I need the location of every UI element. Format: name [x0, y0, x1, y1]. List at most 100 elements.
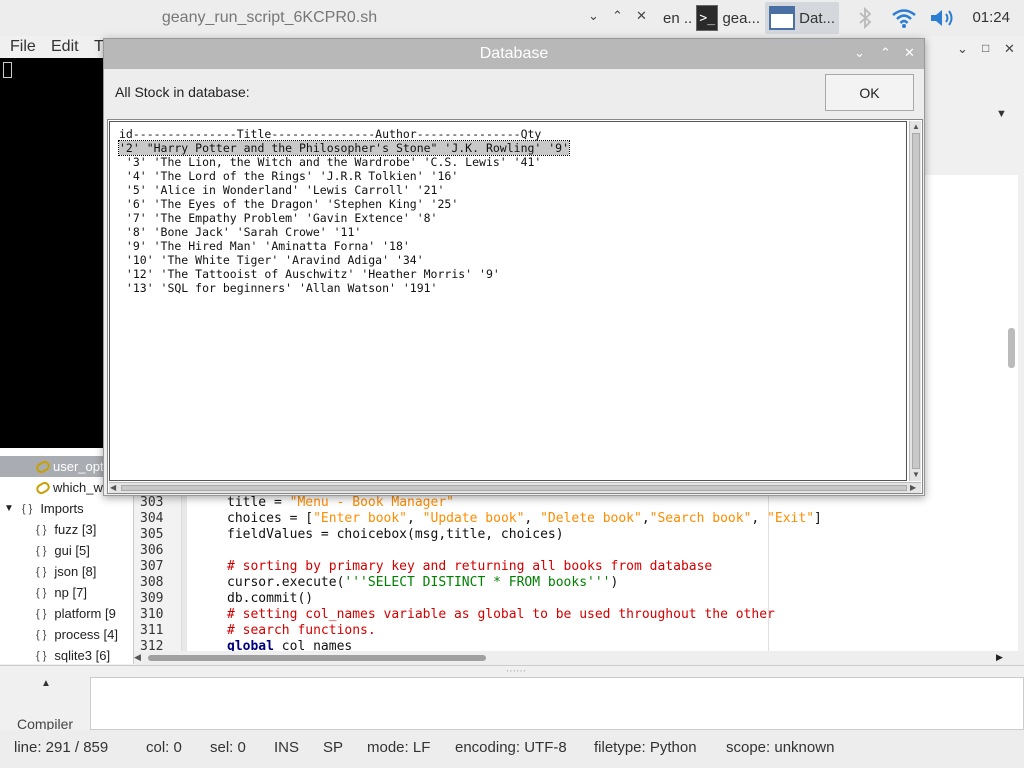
- menu-file[interactable]: File: [10, 38, 36, 56]
- geany-titlebar[interactable]: geany_run_script_6KCPR0.sh ⌄ ⌃ ✕: [0, 0, 659, 36]
- expand-arrow-icon[interactable]: ▼: [4, 503, 14, 514]
- vertical-scrollbar-thumb[interactable]: [1008, 328, 1015, 368]
- geany-window-title: geany_run_script_6KCPR0.sh: [161, 9, 378, 26]
- horizontal-scrollbar[interactable]: ◀ ▶: [109, 482, 921, 493]
- sidebar-item[interactable]: { } json [8]: [0, 561, 133, 582]
- volume-icon[interactable]: [929, 8, 957, 28]
- status-sp: SP: [323, 739, 344, 756]
- window-icon: [769, 6, 796, 30]
- sidebar-group[interactable]: ▼ { } Imports: [0, 498, 133, 519]
- status-encoding: encoding: UTF-8: [455, 739, 567, 756]
- stock-listbox[interactable]: id---------------Title---------------Aut…: [109, 121, 907, 481]
- scroll-left-icon[interactable]: ◀: [134, 652, 141, 663]
- list-item[interactable]: '7' 'The Empathy Problem' 'Gavin Extence…: [119, 211, 438, 225]
- list-item[interactable]: '13' 'SQL for beginners' 'Allan Watson' …: [119, 281, 438, 295]
- dialog-titlebar[interactable]: Database ⌄ ⌃ ✕: [104, 39, 924, 69]
- code-line[interactable]: cursor.execute('''SELECT DISTINCT * FROM…: [227, 575, 618, 590]
- status-ins: INS: [274, 739, 300, 756]
- editor-area-upper[interactable]: [924, 175, 1018, 493]
- scroll-right-icon[interactable]: ▶: [910, 483, 916, 493]
- status-sel: sel: 0: [210, 739, 246, 756]
- code-line[interactable]: choices = ["Enter book", "Update book", …: [227, 511, 822, 526]
- wifi-icon[interactable]: [891, 7, 917, 29]
- list-item[interactable]: '2' "Harry Potter and the Philosopher's …: [117, 140, 571, 156]
- namespace-icon: { }: [36, 628, 47, 641]
- sidebar-item[interactable]: { } fuzz [3]: [0, 519, 133, 540]
- line-number: 305: [140, 527, 164, 542]
- horizontal-scrollbar-thumb[interactable]: [148, 655, 486, 661]
- maximize-icon[interactable]: ⌃: [612, 8, 623, 24]
- status-col: col: 0: [146, 739, 182, 756]
- status-filetype: filetype: Python: [594, 739, 697, 756]
- list-item[interactable]: '10' 'The White Tiger' 'Aravind Adiga' '…: [119, 253, 424, 267]
- list-item[interactable]: '6' 'The Eyes of the Dragon' 'Stephen Ki…: [119, 197, 458, 211]
- code-line[interactable]: # search functions.: [227, 623, 376, 638]
- list-item[interactable]: '9' 'The Hired Man' 'Aminatta Forna' '18…: [119, 239, 410, 253]
- dropdown-arrow-icon[interactable]: ▼: [996, 108, 1007, 120]
- taskbar-item-label: Dat...: [799, 9, 835, 27]
- taskbar: en ... >_ gea... Dat... 01:24: [659, 0, 1024, 36]
- scroll-down-icon[interactable]: ▼: [912, 470, 920, 480]
- minimize-icon[interactable]: ⌄: [957, 41, 968, 57]
- taskbar-item-geany[interactable]: >_ gea...: [692, 2, 764, 34]
- terminal-cursor: [3, 62, 12, 78]
- list-item[interactable]: '4' 'The Lord of the Rings' 'J.R.R Tolki…: [119, 169, 458, 183]
- scroll-right-icon[interactable]: ▶: [996, 652, 1003, 663]
- sidebar-item[interactable]: { } platform [9: [0, 603, 133, 624]
- ok-button[interactable]: OK: [825, 74, 914, 111]
- namespace-icon: { }: [36, 544, 47, 557]
- collapse-arrow-icon[interactable]: ▲: [41, 678, 51, 689]
- namespace-icon: { }: [36, 607, 47, 620]
- bluetooth-icon[interactable]: [857, 6, 873, 30]
- list-item[interactable]: '12' 'The Tattooist of Auschwitz' 'Heath…: [119, 267, 500, 281]
- close-icon[interactable]: ✕: [904, 45, 915, 61]
- list-header-row[interactable]: id---------------Title---------------Aut…: [119, 127, 541, 141]
- sidebar-item[interactable]: { } sqlite3 [6]: [0, 645, 133, 664]
- clock[interactable]: 01:24: [972, 9, 1010, 26]
- long-line-marker: [768, 493, 769, 651]
- close-icon[interactable]: ✕: [636, 8, 647, 24]
- maximize-icon[interactable]: ⌃: [880, 45, 891, 61]
- list-item[interactable]: '8' 'Bone Jack' 'Sarah Crowe' '11': [119, 225, 361, 239]
- stock-list-frame: id---------------Title---------------Aut…: [107, 119, 923, 494]
- scroll-left-icon[interactable]: ◀: [110, 483, 116, 493]
- line-number: 307: [140, 559, 164, 574]
- splitter-grip-icon[interactable]: ⋯⋯: [506, 666, 526, 677]
- fold-margin[interactable]: [182, 493, 187, 651]
- code-line[interactable]: global col_names: [227, 639, 352, 651]
- line-number: 308: [140, 575, 164, 590]
- terminal-icon: >_: [696, 5, 719, 31]
- minimize-icon[interactable]: ⌄: [588, 8, 599, 24]
- terminal-panel[interactable]: [0, 58, 104, 448]
- horizontal-scrollbar-thumb[interactable]: [121, 485, 907, 491]
- sidebar-item[interactable]: { } gui [5]: [0, 540, 133, 561]
- scroll-up-icon[interactable]: ▲: [912, 122, 920, 132]
- maximize-icon[interactable]: □: [982, 41, 989, 55]
- close-icon[interactable]: ✕: [1004, 41, 1015, 57]
- key-icon: [34, 458, 52, 475]
- line-number: 303: [140, 495, 164, 510]
- sidebar-item[interactable]: { } np [7]: [0, 582, 133, 603]
- vertical-scrollbar-thumb[interactable]: [912, 133, 920, 469]
- line-number: 304: [140, 511, 164, 526]
- minimize-icon[interactable]: ⌄: [854, 45, 865, 61]
- line-number: 309: [140, 591, 164, 606]
- code-line[interactable]: # setting col_names variable as global t…: [227, 607, 775, 622]
- status-scope: scope: unknown: [726, 739, 835, 756]
- statusbar: line: 291 / 859 col: 0 sel: 0 INS SP mod…: [0, 730, 1024, 768]
- list-item[interactable]: '5' 'Alice in Wonderland' 'Lewis Carroll…: [119, 183, 445, 197]
- menu-edit[interactable]: Edit: [51, 38, 79, 56]
- code-editor[interactable]: 303 title = "Menu - Book Manager" 304 choic…: [134, 493, 1018, 651]
- code-line[interactable]: db.commit(): [227, 591, 313, 606]
- message-output[interactable]: [90, 677, 1024, 730]
- dialog-title: Database: [479, 45, 549, 62]
- code-line[interactable]: title = "Menu - Book Manager": [227, 495, 454, 510]
- code-line[interactable]: # sorting by primary key and returning a…: [227, 559, 712, 574]
- taskbar-item-0[interactable]: en ...: [659, 2, 693, 34]
- vertical-scrollbar[interactable]: ▲ ▼: [909, 121, 921, 481]
- namespace-icon: { }: [36, 523, 47, 536]
- taskbar-item-database[interactable]: Dat...: [765, 2, 839, 34]
- list-item[interactable]: '3' 'The Lion, the Witch and the Wardrob…: [119, 155, 541, 169]
- sidebar-item[interactable]: { } process [4]: [0, 624, 133, 645]
- code-line[interactable]: fieldValues = choicebox(msg,title, choic…: [227, 527, 564, 542]
